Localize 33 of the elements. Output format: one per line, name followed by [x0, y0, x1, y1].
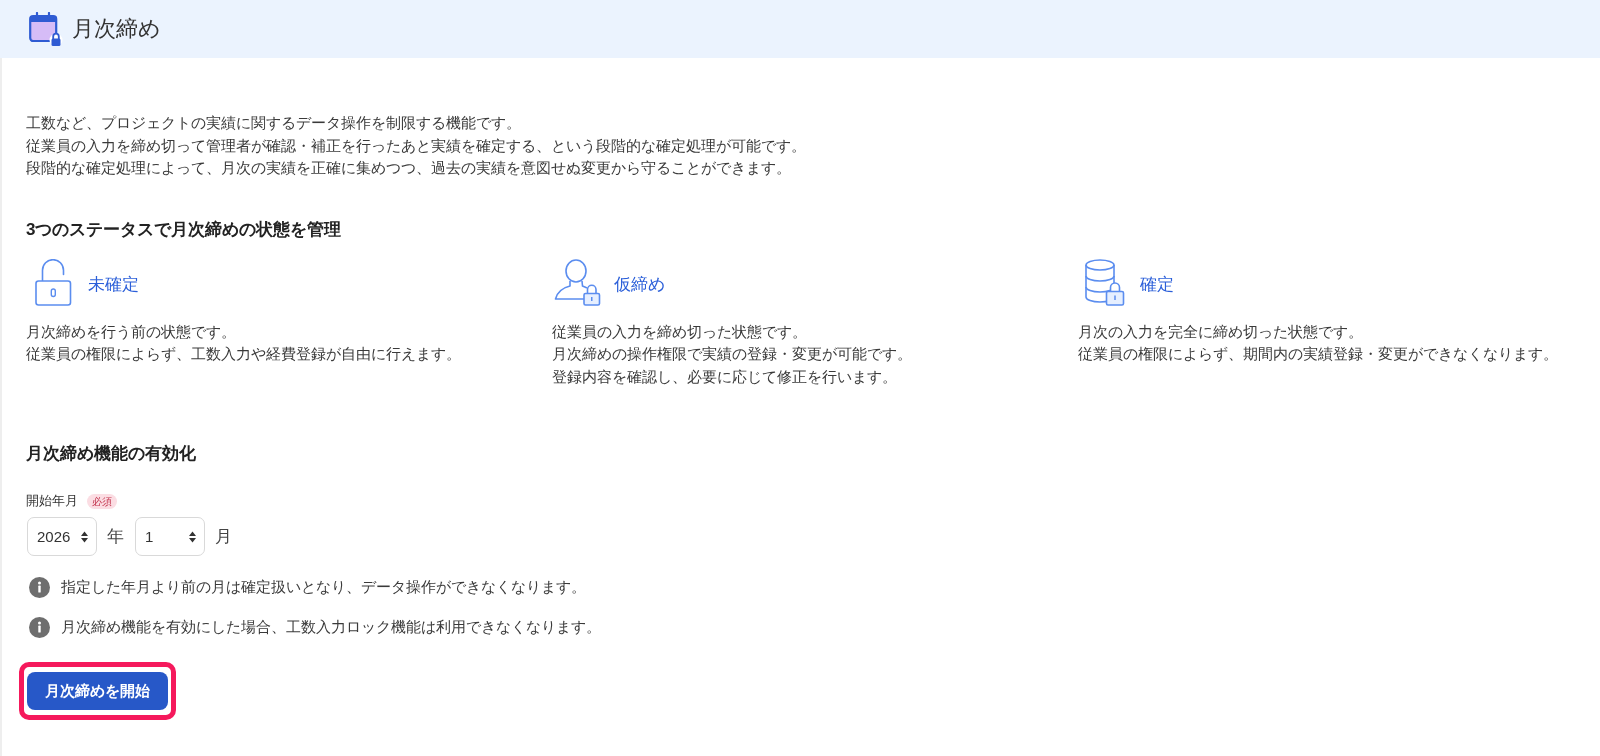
note-text: 指定した年月より前の月は確定扱いとなり、データ操作ができなくなります。	[61, 577, 586, 597]
updown-caret-icon	[81, 530, 88, 543]
status-description: 月次の入力を完全に締め切った状態です。	[1078, 321, 1363, 342]
unit-label: 月	[215, 525, 232, 548]
unlocked-padlock-icon	[35, 259, 72, 306]
section-heading: 3つのステータスで月次締めの状態を管理	[26, 218, 342, 241]
status-title: 仮締め	[614, 273, 665, 296]
year-select[interactable]: 2026	[27, 517, 97, 556]
intro-text: 段階的な確定処理によって、月次の実績を正確に集めつつ、過去の実績を意図せぬ変更から守ることができます。	[26, 158, 791, 178]
start-button[interactable]: 月次締めを開始	[27, 672, 168, 710]
calendar-lock-icon	[29, 12, 63, 46]
status-description: 従業員の権限によらず、期間内の実績登録・変更ができなくなります。	[1078, 344, 1558, 364]
section-heading: 月次締め機能の有効化	[26, 443, 196, 465]
page-title: 月次締め	[72, 15, 161, 43]
status-description: 登録内容を確認し、必要に応じて修正を行います。	[552, 366, 897, 387]
field-label: 開始年月	[26, 492, 78, 510]
database-lock-icon	[1085, 259, 1125, 306]
note-text: 月次締め機能を有効にした場合、工数入力ロック機能は利用できなくなります。	[61, 617, 601, 637]
intro-text: 従業員の入力を締め切って管理者が確認・補正を行ったあと実績を確定する、という段階的な確定処理が可能です。	[26, 135, 806, 156]
intro-text: 工数など、プロジェクトの実績に関するデータ操作を制限する機能です。	[26, 113, 521, 133]
person-lock-icon	[554, 259, 601, 306]
status-description: 従業員の入力を締め切った状態です。	[552, 321, 807, 342]
info-icon	[29, 576, 50, 598]
required-badge: 必須	[87, 493, 117, 509]
status-description: 月次締めを行う前の状態です。	[26, 321, 236, 342]
status-title: 未確定	[88, 273, 139, 296]
month-select[interactable]: 1	[135, 517, 205, 556]
status-description: 月次締めの操作権限で実績の登録・変更が可能です。	[552, 344, 912, 364]
status-title: 確定	[1140, 273, 1174, 296]
updown-caret-icon	[189, 530, 196, 543]
unit-label: 年	[107, 525, 124, 548]
info-icon	[29, 616, 50, 638]
status-description: 従業員の権限によらず、工数入力や経費登録が自由に行えます。	[26, 344, 461, 364]
